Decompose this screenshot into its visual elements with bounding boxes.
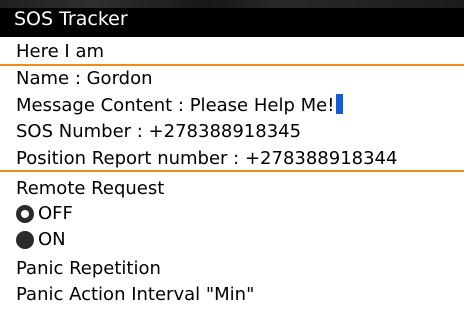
panic-repetition-field[interactable]: Panic Repetition	[16, 258, 161, 280]
radio-off-label[interactable]: OFF	[38, 203, 73, 225]
title-bar: SOS Tracker	[0, 0, 464, 37]
message-content-field[interactable]: Message Content : Please Help Me!	[16, 94, 344, 117]
sos-number-field[interactable]: SOS Number : +278388918345	[16, 121, 301, 143]
remote-request-label: Remote Request	[16, 178, 165, 199]
status-line: Here I am	[16, 41, 105, 62]
radio-off-icon[interactable]	[16, 205, 34, 223]
text-cursor	[336, 94, 344, 114]
panic-action-interval-field[interactable]: Panic Action Interval "Min"	[16, 284, 254, 306]
radio-selected-dot	[21, 210, 29, 218]
message-content-text: Message Content : Please Help Me!	[16, 95, 335, 116]
radio-on-label[interactable]: ON	[38, 229, 66, 251]
radio-on-icon[interactable]	[16, 231, 34, 249]
position-report-number-field[interactable]: Position Report number : +278388918344	[16, 148, 397, 170]
name-field[interactable]: Name : Gordon	[16, 68, 153, 90]
app-title: SOS Tracker	[14, 8, 128, 30]
